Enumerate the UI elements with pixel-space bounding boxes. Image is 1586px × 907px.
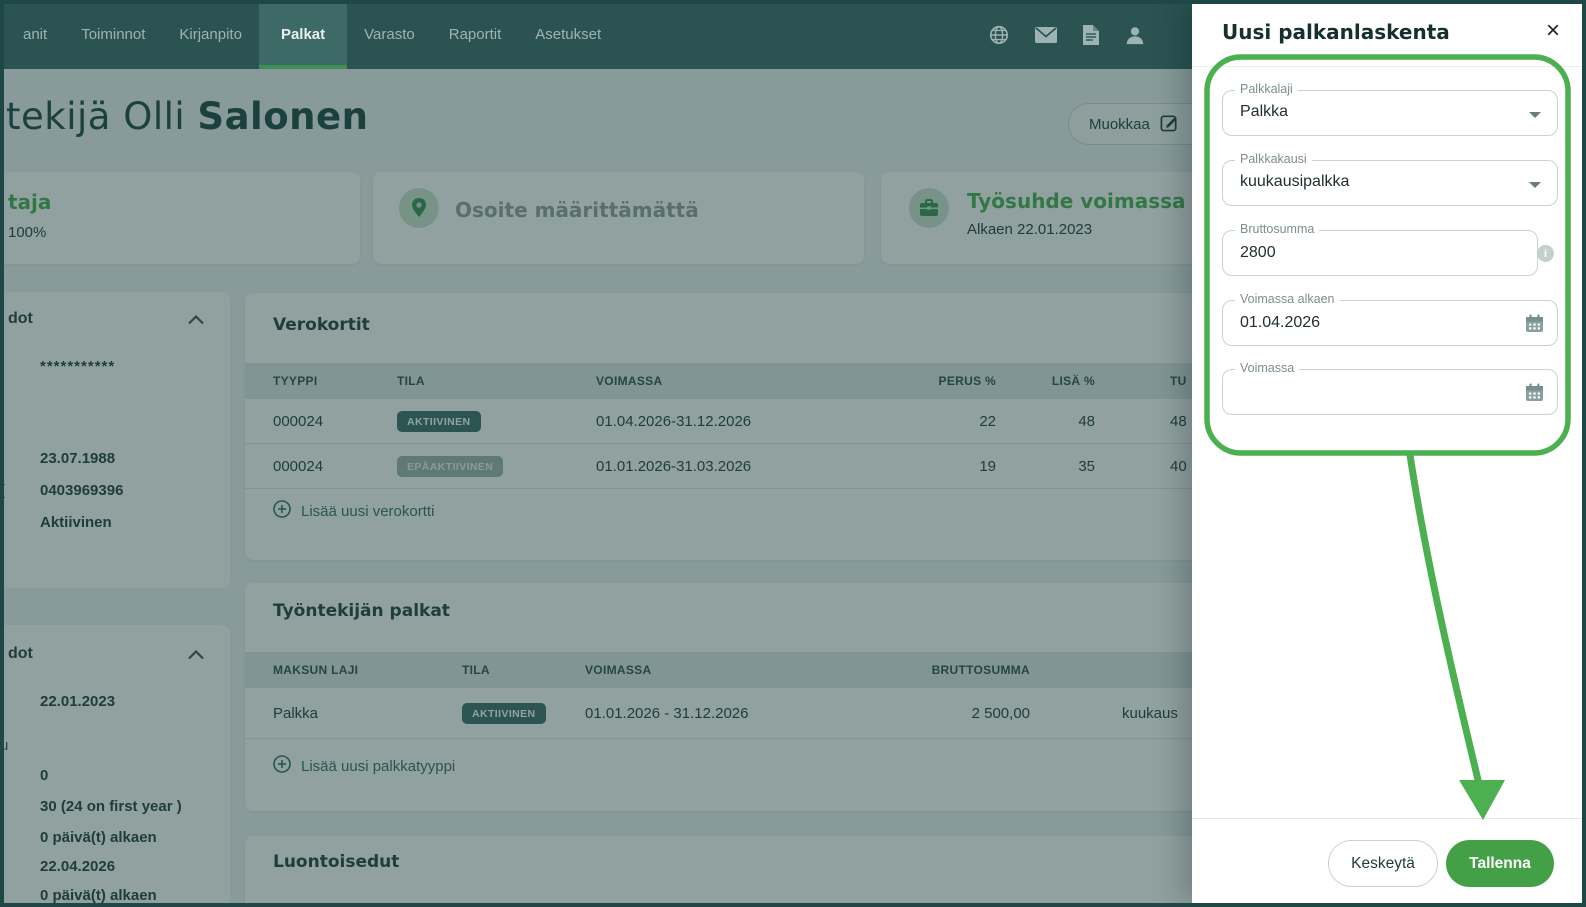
globe-icon[interactable]: [988, 24, 1010, 46]
chevron-down-icon[interactable]: [1529, 112, 1541, 118]
chevron-down-icon[interactable]: [1529, 182, 1541, 188]
nav-menu: anit Toiminnot Kirjanpito Palkat Varasto…: [0, 0, 618, 69]
palkkalaji-select[interactable]: Palkkalaji Palkka: [1222, 82, 1558, 136]
bruttosumma-input[interactable]: [1240, 231, 1520, 275]
voimassa-field[interactable]: Voimassa: [1222, 361, 1558, 415]
calendar-icon[interactable]: [1525, 383, 1544, 407]
nav-item-raportit[interactable]: Raportit: [432, 0, 519, 69]
modal-backdrop[interactable]: [4, 69, 1192, 903]
save-button[interactable]: Tallenna: [1446, 840, 1554, 887]
user-icon[interactable]: [1124, 24, 1146, 46]
palkkalaji-label: Palkkalaji: [1235, 82, 1298, 96]
calendar-icon[interactable]: [1525, 314, 1544, 338]
voimassa-alkaen-field[interactable]: Voimassa alkaen: [1222, 292, 1558, 346]
palkkakausi-value: kuukausipalkka: [1240, 173, 1350, 190]
palkkalaji-value: Palkka: [1240, 103, 1289, 120]
nav-item-asetukset[interactable]: Asetukset: [518, 0, 618, 69]
cancel-button[interactable]: Keskeytä: [1328, 840, 1438, 887]
palkkakausi-select[interactable]: Palkkakausi kuukausipalkka: [1222, 152, 1558, 206]
bruttosumma-field[interactable]: Bruttosumma: [1222, 222, 1538, 276]
new-payroll-drawer: Uusi palkanlaskenta × Palkkalaji Palkka …: [1192, 0, 1582, 903]
mail-icon[interactable]: [1034, 25, 1058, 45]
nav-item-palkat[interactable]: Palkat: [258, 0, 348, 69]
info-icon[interactable]: i: [1537, 245, 1554, 262]
voimassa-input[interactable]: [1240, 370, 1520, 414]
nav-item-kirjanpito[interactable]: Kirjanpito: [162, 0, 259, 69]
voimassa-alkaen-input[interactable]: [1240, 301, 1520, 345]
palkkakausi-label: Palkkakausi: [1235, 152, 1312, 166]
app-screen: anit Toiminnot Kirjanpito Palkat Varasto…: [0, 0, 1586, 907]
drawer-title: Uusi palkanlaskenta: [1222, 20, 1450, 44]
nav-item-toiminnot[interactable]: Toiminnot: [64, 0, 162, 69]
nav-item-varasto[interactable]: Varasto: [347, 0, 432, 69]
document-icon[interactable]: [1082, 24, 1100, 46]
close-icon[interactable]: ×: [1536, 14, 1570, 48]
nav-item-clipped[interactable]: anit: [6, 0, 64, 69]
